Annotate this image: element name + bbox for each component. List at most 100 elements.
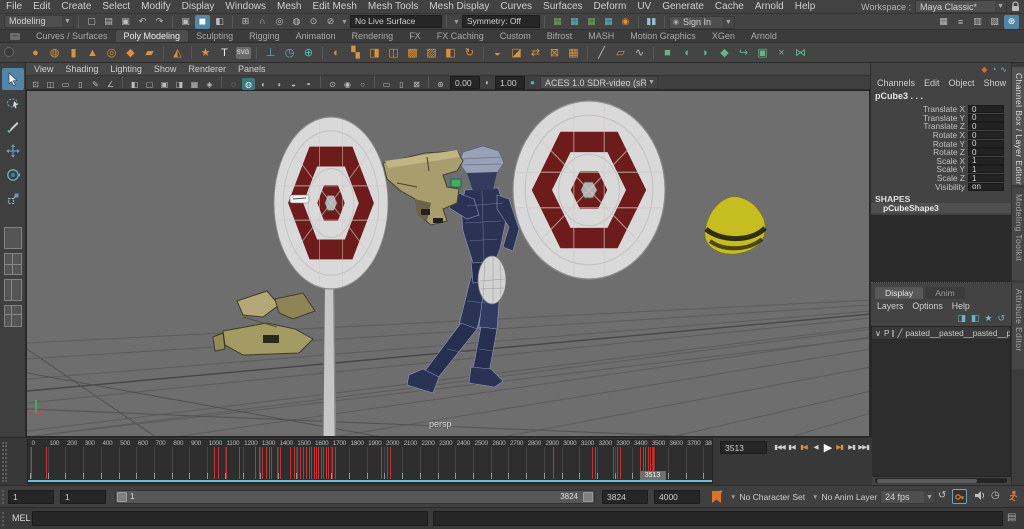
snap-projected-center-icon[interactable]: ◍ <box>289 15 304 29</box>
tweak-brush-icon[interactable]: ◗ <box>698 44 714 61</box>
default-material-icon[interactable]: ⊙ <box>326 78 339 90</box>
menu-edit[interactable]: Edit <box>33 1 50 12</box>
channel-box-menu-channels[interactable]: Channels <box>877 78 915 88</box>
range-start-handle[interactable] <box>117 492 127 502</box>
separate-icon[interactable]: ▚ <box>348 44 364 61</box>
quad-draw-icon[interactable]: ■ <box>660 44 676 61</box>
script-editor-icon[interactable]: ▤ <box>1007 512 1016 523</box>
single-pane-layout[interactable] <box>3 227 22 249</box>
menu-modify[interactable]: Modify <box>141 1 170 12</box>
layer-name[interactable]: pasted__pasted__pasted__pasted__p <box>905 329 1010 338</box>
character-set-selector[interactable]: ▼ No Character Set <box>730 490 805 504</box>
layer-list-scrollbar[interactable] <box>875 478 1007 483</box>
menu-select[interactable]: Select <box>102 1 130 12</box>
bevel-icon[interactable]: ◪ <box>509 44 525 61</box>
film-gate-icon[interactable]: ◧ <box>128 78 141 90</box>
mute-audio-icon[interactable] <box>974 490 986 504</box>
layer-new-icon[interactable]: ★ <box>984 313 992 324</box>
shelf-tab-xgen[interactable]: XGen <box>704 30 743 42</box>
grease-pencil-icon[interactable]: ∠ <box>104 78 117 90</box>
target-right[interactable] <box>513 101 665 279</box>
poly-cylinder-icon[interactable]: ▮ <box>66 44 82 61</box>
snap-together-icon[interactable]: ◷ <box>282 44 298 61</box>
shelf-tab-bifrost[interactable]: Bifrost <box>539 30 581 42</box>
character-controls-icon[interactable]: ≡ <box>953 15 968 29</box>
menu-windows[interactable]: Windows <box>225 1 266 12</box>
time-slider-grip[interactable] <box>2 442 7 482</box>
chevron-down-icon[interactable]: ▼ <box>341 19 348 26</box>
menu-mesh[interactable]: Mesh <box>277 1 301 12</box>
safe-action-icon[interactable]: ▦ <box>188 78 201 90</box>
snap-curve-icon[interactable]: ∩ <box>255 14 270 28</box>
animation-start-field[interactable]: 1 <box>60 490 106 504</box>
gate-mask-icon[interactable]: ▣ <box>158 78 171 90</box>
extrude-icon[interactable]: ◒ <box>490 44 506 61</box>
time-slider-track[interactable]: 0 100 200 300 400 500 600 700 800 900 1000 1100 1200… <box>27 439 713 484</box>
layer-selected-icon[interactable]: ◧ <box>971 313 980 324</box>
image-plane-icon[interactable]: ▯ <box>74 78 87 90</box>
viewport-menu-view[interactable]: View <box>34 64 53 74</box>
camera-lock-icon[interactable]: ◫ <box>44 78 57 90</box>
menu-help[interactable]: Help <box>795 1 816 12</box>
safe-title-icon[interactable]: ◈ <box>203 78 216 90</box>
attribute-spreadsheet-icon[interactable]: ▥ <box>970 15 985 29</box>
attribute-value-translate-x[interactable]: 0 <box>968 105 1004 114</box>
range-slider[interactable]: 1 3824 <box>115 490 595 504</box>
ipr-render-icon[interactable]: ▦ <box>567 15 582 29</box>
range-end-handle[interactable] <box>583 492 593 502</box>
construction-plane-icon[interactable]: ⊥ <box>263 44 279 61</box>
textured-icon[interactable]: ◐ <box>257 78 270 90</box>
preferences-gear-icon[interactable]: ⊛ <box>1004 14 1019 29</box>
shelf-tab-curves-surfaces[interactable]: Curves / Surfaces <box>28 30 116 42</box>
use-all-lights-icon[interactable]: ◑ <box>272 78 285 90</box>
layer-list[interactable]: ∨ P ╱ pasted__pasted__pasted__pasted__p <box>871 326 1011 477</box>
rotate-tool[interactable] <box>2 164 24 186</box>
menu-deform[interactable]: Deform <box>594 1 627 12</box>
shelf-menu-icon[interactable] <box>4 47 14 57</box>
snap-view-plane-icon[interactable]: ⊙ <box>306 15 321 29</box>
menu-surfaces[interactable]: Surfaces <box>543 1 582 12</box>
connect-icon[interactable]: ▣ <box>755 44 771 61</box>
playback-loop-icon[interactable]: ↺ <box>938 490 946 501</box>
scale-tool[interactable] <box>2 188 24 210</box>
menu-mesh-display[interactable]: Mesh Display <box>429 1 489 12</box>
super-shape-icon[interactable]: ★ <box>198 44 214 61</box>
multi-cut-icon[interactable]: ▱ <box>613 44 629 61</box>
smooth-icon[interactable]: ▩ <box>405 44 421 61</box>
shelf-tab-fx-caching[interactable]: FX Caching <box>429 30 492 42</box>
gamma-field[interactable]: 1.00 <box>495 76 525 89</box>
origin-locator-icon[interactable]: ⊕ <box>301 44 317 61</box>
render-icon[interactable]: ▦ <box>550 15 565 29</box>
reduce-icon[interactable]: ▨ <box>424 44 440 61</box>
select-component-mode-icon[interactable]: ◧ <box>212 15 227 29</box>
attribute-value-scale-x[interactable]: 1 <box>968 156 1004 165</box>
bookmark-icon[interactable]: ▭ <box>59 78 72 90</box>
layer-tab-anim[interactable]: Anim <box>925 287 965 299</box>
color-management-icon[interactable]: ● <box>526 77 539 89</box>
play-backwards-button[interactable]: ◀ <box>810 440 821 454</box>
layer-tab-display[interactable]: Display <box>875 287 924 299</box>
move-tool[interactable] <box>2 140 24 162</box>
viewport-menu-lighting[interactable]: Lighting <box>110 64 142 74</box>
hik-quick-icon[interactable]: ◆ <box>981 65 987 74</box>
menu-mesh-tools[interactable]: Mesh Tools <box>368 1 418 12</box>
lock-icon[interactable] <box>1011 1 1020 12</box>
sidebar-tab-modeling-toolkit[interactable]: Modeling Toolkit <box>1012 188 1024 280</box>
snap-point-icon[interactable]: ◎ <box>272 15 287 29</box>
relax-brush-icon[interactable]: ◖ <box>679 44 695 61</box>
step-back-frame-button[interactable]: ▮◀ <box>786 440 797 454</box>
shelf-tab-mash[interactable]: MASH <box>580 30 622 42</box>
layer-empty-icon[interactable]: ◨ <box>957 313 966 324</box>
range-slider-grip[interactable] <box>2 490 6 504</box>
viewport-menu-renderer[interactable]: Renderer <box>188 64 226 74</box>
poly-torus-icon[interactable]: ◎ <box>104 44 120 61</box>
hypershade-icon[interactable]: ▦ <box>601 15 616 29</box>
auto-keyframe-toggle[interactable] <box>952 489 967 504</box>
append-icon[interactable]: ▦ <box>566 44 582 61</box>
layer-refresh-icon[interactable]: ↺ <box>997 313 1005 324</box>
layer-menu-layers[interactable]: Layers <box>877 301 903 311</box>
fill-hole-icon[interactable]: ⊠ <box>547 44 563 61</box>
pause-viewport-icon[interactable]: ▮▮ <box>644 15 659 29</box>
outliner-persp-layout[interactable] <box>3 305 22 327</box>
camera-attributes-icon[interactable]: ⊡ <box>29 78 42 90</box>
